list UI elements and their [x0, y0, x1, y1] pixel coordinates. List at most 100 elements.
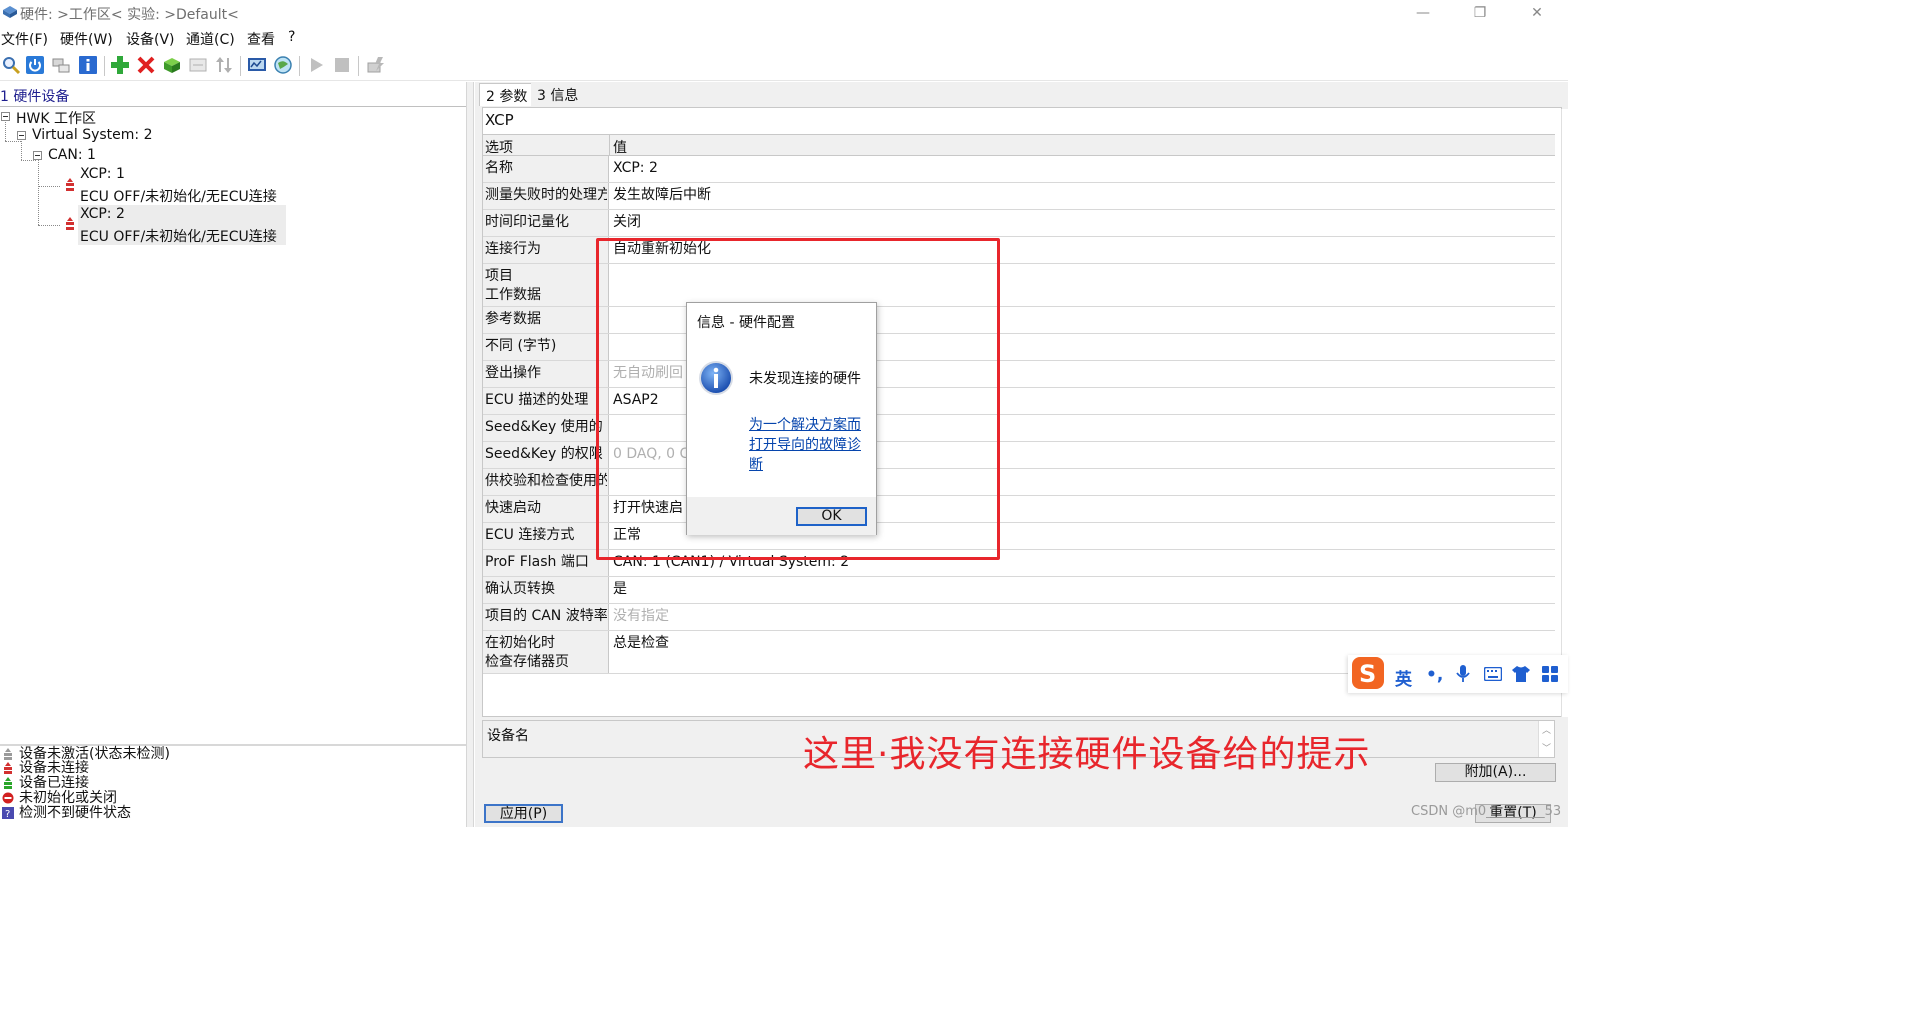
tab-parameters[interactable]: 2 参数 — [479, 83, 535, 106]
ime-language-toggle[interactable]: 英 — [1395, 665, 1412, 690]
dialog-footer: OK — [687, 497, 876, 535]
menu-view[interactable]: 查看 — [247, 29, 275, 49]
tree-node-can[interactable]: CAN: 1 — [48, 147, 96, 163]
monitor-icon[interactable] — [247, 55, 267, 75]
troubleshooting-link[interactable]: 为一个解决方案而打开导向的故障诊断 — [749, 415, 873, 475]
menu-device[interactable]: 设备(V) — [126, 29, 175, 49]
property-row[interactable]: 测量失败时的处理方式发生故障后中断 — [483, 183, 1555, 210]
window-title: 硬件: >工作区< 实验: >Default< — [20, 7, 239, 23]
legend-label: 设备已连接 — [19, 775, 89, 791]
info-icon[interactable] — [78, 55, 98, 75]
svg-text:?: ? — [5, 809, 10, 819]
property-key: 登出操作 — [485, 365, 541, 381]
tree-line — [21, 141, 22, 160]
toolbar-separator — [240, 56, 241, 76]
add-button[interactable]: 附加(A)... — [1435, 763, 1556, 782]
tree-collapse-toggle[interactable] — [17, 131, 26, 140]
property-value[interactable]: 总是检查 — [613, 634, 1543, 653]
minimize-button[interactable]: — — [1400, 2, 1446, 24]
property-key: ECU 描述的处理 — [485, 392, 589, 408]
scroll-down-icon[interactable]: ﹀ — [1542, 741, 1551, 754]
tree-collapse-toggle[interactable] — [1, 112, 10, 121]
tree-line — [21, 160, 36, 161]
divider — [0, 106, 466, 107]
menu-channel[interactable]: 通道(C) — [186, 29, 235, 49]
toolbar-separator — [104, 56, 105, 76]
tree-node-xcp-1-status: ECU OFF/未初始化/无ECU连接 — [80, 189, 277, 205]
app-icon — [3, 6, 17, 18]
ime-punctuation-toggle[interactable]: •, — [1426, 665, 1443, 685]
keyboard-icon[interactable] — [1484, 667, 1502, 681]
tree-line — [38, 186, 60, 187]
close-button[interactable]: ✕ — [1514, 2, 1560, 24]
ime-toolbar: S 英 •, — [1348, 655, 1568, 693]
restore-button[interactable]: ❐ — [1457, 2, 1503, 24]
tree-node-xcp-2[interactable]: XCP: 2 — [80, 206, 125, 222]
device-name-scrollbar[interactable]: ︿ ﹀ — [1538, 721, 1554, 757]
property-key: 不同 (字节) — [485, 338, 557, 354]
stop-icon — [335, 58, 349, 72]
menu-bar: 文件(F) 硬件(W) 设备(V) 通道(C) 查看 ? — [0, 27, 1568, 50]
network-icon[interactable] — [51, 55, 71, 75]
module-icon[interactable] — [162, 55, 182, 75]
menu-hardware[interactable]: 硬件(W) — [60, 29, 113, 49]
sort-icon — [216, 57, 232, 73]
pane-splitter[interactable] — [466, 82, 474, 827]
property-value[interactable]: XCP: 2 — [613, 159, 1543, 178]
menu-file[interactable]: 文件(F) — [1, 29, 48, 49]
property-key: 项目 工作数据 — [485, 268, 541, 303]
flash-icon — [367, 57, 384, 73]
tree-node-xcp-1[interactable]: XCP: 1 — [80, 166, 125, 182]
property-row[interactable]: 名称 XCP: 2 — [483, 156, 1555, 183]
tree-node-virtual-system[interactable]: Virtual System: 2 — [32, 127, 152, 143]
toolbar-separator — [299, 56, 300, 76]
microphone-icon[interactable] — [1456, 665, 1470, 683]
property-key: Seed&Key 使用的 — [485, 419, 603, 435]
property-value[interactable]: 没有指定 — [613, 607, 1543, 626]
annotation-text: 这里·我没有连接硬件设备给的提示 — [803, 734, 1371, 775]
unknown-status-icon: ? — [2, 807, 14, 819]
property-key: 连接行为 — [485, 241, 541, 257]
tab-info[interactable]: 3 信息 — [531, 83, 585, 106]
property-row[interactable]: 时间印记量化 关闭 — [483, 210, 1555, 237]
sogou-logo-icon[interactable]: S — [1350, 655, 1386, 691]
property-value[interactable]: 是 — [613, 580, 1543, 599]
tree-line — [38, 160, 39, 225]
tree-line — [5, 141, 21, 142]
ok-button[interactable]: OK — [796, 507, 867, 526]
play-icon — [311, 58, 323, 72]
dialog-title: 信息 - 硬件配置 — [697, 315, 795, 331]
menu-help[interactable]: ? — [288, 29, 295, 45]
toolbar-separator — [358, 56, 359, 76]
property-row[interactable]: 确认页转换 是 — [483, 577, 1555, 604]
tree-collapse-toggle[interactable] — [33, 151, 42, 160]
apply-button[interactable]: 应用(P) — [484, 804, 563, 823]
property-row[interactable]: 项目的 CAN 波特率 没有指定 — [483, 604, 1555, 631]
skin-icon[interactable] — [1511, 665, 1531, 683]
device-name-label: 设备名 — [487, 728, 529, 744]
property-key: 测量失败时的处理方式 — [485, 187, 607, 203]
globe-icon[interactable] — [273, 55, 293, 75]
power-icon[interactable] — [25, 55, 45, 75]
grid-scrollbar[interactable] — [1561, 109, 1573, 717]
column-header-option: 选项 — [485, 140, 513, 156]
property-key: 快速启动 — [485, 500, 541, 516]
tree-node-xcp-2-status: ECU OFF/未初始化/无ECU连接 — [80, 229, 277, 245]
property-value[interactable]: 关闭 — [613, 213, 1543, 232]
property-key: Seed&Key 的权限 — [485, 446, 603, 462]
hardware-tab-header[interactable]: 1 硬件设备 — [0, 86, 69, 106]
hardware-tree-panel: 1 硬件设备 HWK 工作区 Virtual System: 2 CAN: 1 … — [0, 82, 466, 827]
toolbox-icon[interactable] — [1542, 666, 1558, 682]
scroll-up-icon[interactable]: ︿ — [1542, 723, 1551, 736]
search-icon[interactable] — [1, 55, 21, 75]
property-key: ECU 连接方式 — [485, 527, 575, 543]
svg-text:S: S — [1359, 660, 1376, 688]
property-value[interactable]: 发生故障后中断 — [613, 186, 1543, 205]
disconnected-status-icon — [4, 762, 12, 774]
tree-node-workspace[interactable]: HWK 工作区 — [16, 108, 96, 128]
delete-icon[interactable] — [136, 55, 156, 75]
add-icon[interactable] — [110, 55, 130, 75]
info-icon — [699, 361, 733, 395]
watermark: CSDN @m0_________53 — [1411, 804, 1562, 819]
legend-label: 设备未连接 — [19, 760, 89, 776]
